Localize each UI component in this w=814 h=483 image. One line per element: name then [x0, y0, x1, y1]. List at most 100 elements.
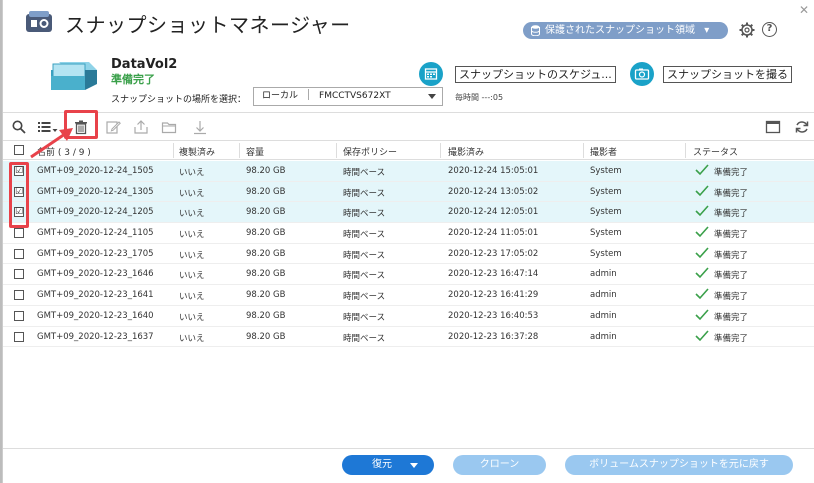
table-row[interactable]: ☑ GMT+09_2020-12-24_1505 いいえ 98.20 GB 時間…: [3, 161, 814, 182]
check-icon: [695, 185, 709, 196]
status-value: 準備完了: [714, 312, 749, 323]
policy-value: 時間ベース: [343, 250, 386, 261]
volume-status: 準備完了: [111, 73, 155, 86]
status-value: 準備完了: [714, 188, 749, 199]
refresh-icon[interactable]: [794, 119, 810, 135]
status-value: 準備完了: [714, 230, 749, 241]
snapshot-name: GMT+09_2020-12-24_1205: [37, 207, 154, 218]
app-title: スナップショットマネージャー: [65, 13, 351, 37]
table-row[interactable]: GMT+09_2020-12-23_1646 いいえ 98.20 GB 時間ベー…: [3, 264, 814, 286]
taken-value: 2020-12-23 16:40:53: [448, 310, 539, 321]
column-capacity[interactable]: 容量: [246, 145, 264, 158]
table-row[interactable]: GMT+09_2020-12-23_1640 いいえ 98.20 GB 時間ベー…: [3, 306, 814, 327]
restore-button[interactable]: 復元: [342, 455, 434, 475]
taken-value: 2020-12-24 13:05:02: [448, 186, 539, 197]
check-icon: [695, 329, 709, 341]
window-icon[interactable]: [765, 119, 781, 135]
camera-icon[interactable]: [630, 62, 654, 86]
replicated-value: いいえ: [179, 209, 205, 220]
chevron-down-icon: [410, 463, 418, 468]
check-icon: [695, 164, 709, 176]
taken-by-value: System: [590, 166, 622, 176]
table-header: 名前 ( 3 / 9 ) 複製済み 容量 保存ポリシー 撮影済み 撮影者 ステー…: [3, 140, 814, 160]
folder-icon[interactable]: [161, 119, 177, 135]
status-value: 準備完了: [714, 292, 749, 303]
taken-by-value: System: [590, 228, 622, 239]
column-taken[interactable]: 撮影済み: [448, 145, 484, 158]
edit-icon[interactable]: [105, 119, 121, 135]
gear-icon[interactable]: [739, 22, 755, 38]
capacity-value: 98.20 GB: [246, 331, 286, 342]
table-row[interactable]: ☑ GMT+09_2020-12-24_1205 いいえ 98.20 GB 時間…: [3, 202, 814, 224]
snapshot-name: GMT+09_2020-12-23_1640: [37, 310, 154, 321]
column-taken-by[interactable]: 撮影者: [590, 145, 617, 158]
column-status[interactable]: ステータス: [693, 145, 738, 158]
upload-icon[interactable]: [133, 119, 149, 135]
volume-icon: [51, 62, 97, 90]
taken-by-value: admin: [590, 290, 617, 301]
chevron-down-icon: ▾: [704, 25, 710, 36]
capacity-value: 98.20 GB: [246, 310, 286, 321]
table-row[interactable]: ☑ GMT+09_2020-12-24_1305 いいえ 98.20 GB 時間…: [3, 181, 814, 203]
taken-by-value: System: [590, 207, 622, 218]
location-type: ローカル: [262, 91, 299, 101]
column-replicated[interactable]: 複製済み: [179, 145, 215, 158]
capacity-value: 98.20 GB: [246, 228, 286, 239]
row-checkbox[interactable]: [14, 269, 24, 280]
annotation-arrow: [30, 128, 73, 159]
policy-value: 時間ベース: [343, 292, 386, 303]
replicated-value: いいえ: [179, 312, 205, 323]
location-device: FMCCTVS672XT: [319, 91, 391, 101]
policy-value: 時間ベース: [343, 168, 386, 178]
snapshot-name: GMT+09_2020-12-24_1305: [37, 186, 154, 197]
row-checkbox[interactable]: [14, 228, 24, 239]
capacity-value: 98.20 GB: [246, 207, 286, 218]
location-label: スナップショットの場所を選択：: [111, 95, 247, 105]
restore-label: 復元: [372, 459, 392, 470]
calendar-icon[interactable]: [419, 62, 443, 86]
table-row[interactable]: GMT+09_2020-12-23_1641 いいえ 98.20 GB 時間ベー…: [3, 285, 814, 306]
select-all-checkbox[interactable]: [14, 145, 24, 155]
capacity-value: 98.20 GB: [246, 248, 286, 259]
row-checkbox[interactable]: [14, 248, 24, 259]
app-icon: [26, 11, 52, 32]
replicated-value: いいえ: [179, 292, 205, 303]
row-checkbox[interactable]: [14, 290, 24, 301]
row-checkbox[interactable]: [14, 331, 24, 342]
table-row[interactable]: GMT+09_2020-12-23_1637 いいえ 98.20 GB 時間ベー…: [3, 327, 814, 348]
title-bar: スナップショットマネージャー 保護されたスナップショット領域 ▾ ? ✕: [3, 0, 814, 44]
take-snapshot-button[interactable]: スナップショットを撮る: [663, 66, 792, 83]
toolbar: [3, 112, 814, 140]
column-policy[interactable]: 保存ポリシー: [343, 145, 397, 158]
table-row[interactable]: GMT+09_2020-12-23_1705 いいえ 98.20 GB 時間ベー…: [3, 244, 814, 265]
revert-volume-snapshot-button[interactable]: ボリュームスナップショットを元に戻す: [565, 455, 793, 475]
replicated-value: いいえ: [179, 271, 205, 282]
snapshot-name: GMT+09_2020-12-24_1105: [37, 228, 154, 239]
taken-value: 2020-12-24 15:05:01: [448, 166, 539, 176]
replicated-value: いいえ: [179, 168, 205, 178]
policy-value: 時間ベース: [343, 271, 386, 282]
policy-value: 時間ベース: [343, 188, 386, 199]
taken-by-value: admin: [590, 331, 617, 342]
taken-value: 2020-12-23 16:47:14: [448, 269, 539, 280]
snapshot-schedule-button[interactable]: スナップショットのスケジュ...: [455, 66, 616, 83]
clone-button[interactable]: クローン: [453, 455, 546, 475]
check-icon: [695, 226, 709, 238]
download-icon[interactable]: [192, 119, 208, 135]
help-icon[interactable]: ?: [762, 22, 777, 37]
taken-by-value: admin: [590, 310, 617, 321]
row-checkbox[interactable]: [14, 310, 24, 321]
location-select[interactable]: ローカル FMCCTVS672XT: [253, 87, 443, 106]
taken-value: 2020-12-23 16:37:28: [448, 331, 539, 342]
status-value: 準備完了: [714, 333, 749, 344]
protected-snapshot-area-button[interactable]: 保護されたスナップショット領域 ▾: [523, 22, 728, 39]
status-value: 準備完了: [714, 250, 749, 261]
table-row[interactable]: GMT+09_2020-12-24_1105 いいえ 98.20 GB 時間ベー…: [3, 223, 814, 244]
replicated-value: いいえ: [179, 230, 205, 241]
policy-value: 時間ベース: [343, 312, 386, 323]
check-icon: [695, 247, 709, 258]
checkbox-highlight-box: [9, 162, 29, 228]
policy-value: 時間ベース: [343, 333, 386, 344]
search-icon[interactable]: [11, 119, 27, 135]
close-icon[interactable]: ✕: [799, 3, 809, 17]
